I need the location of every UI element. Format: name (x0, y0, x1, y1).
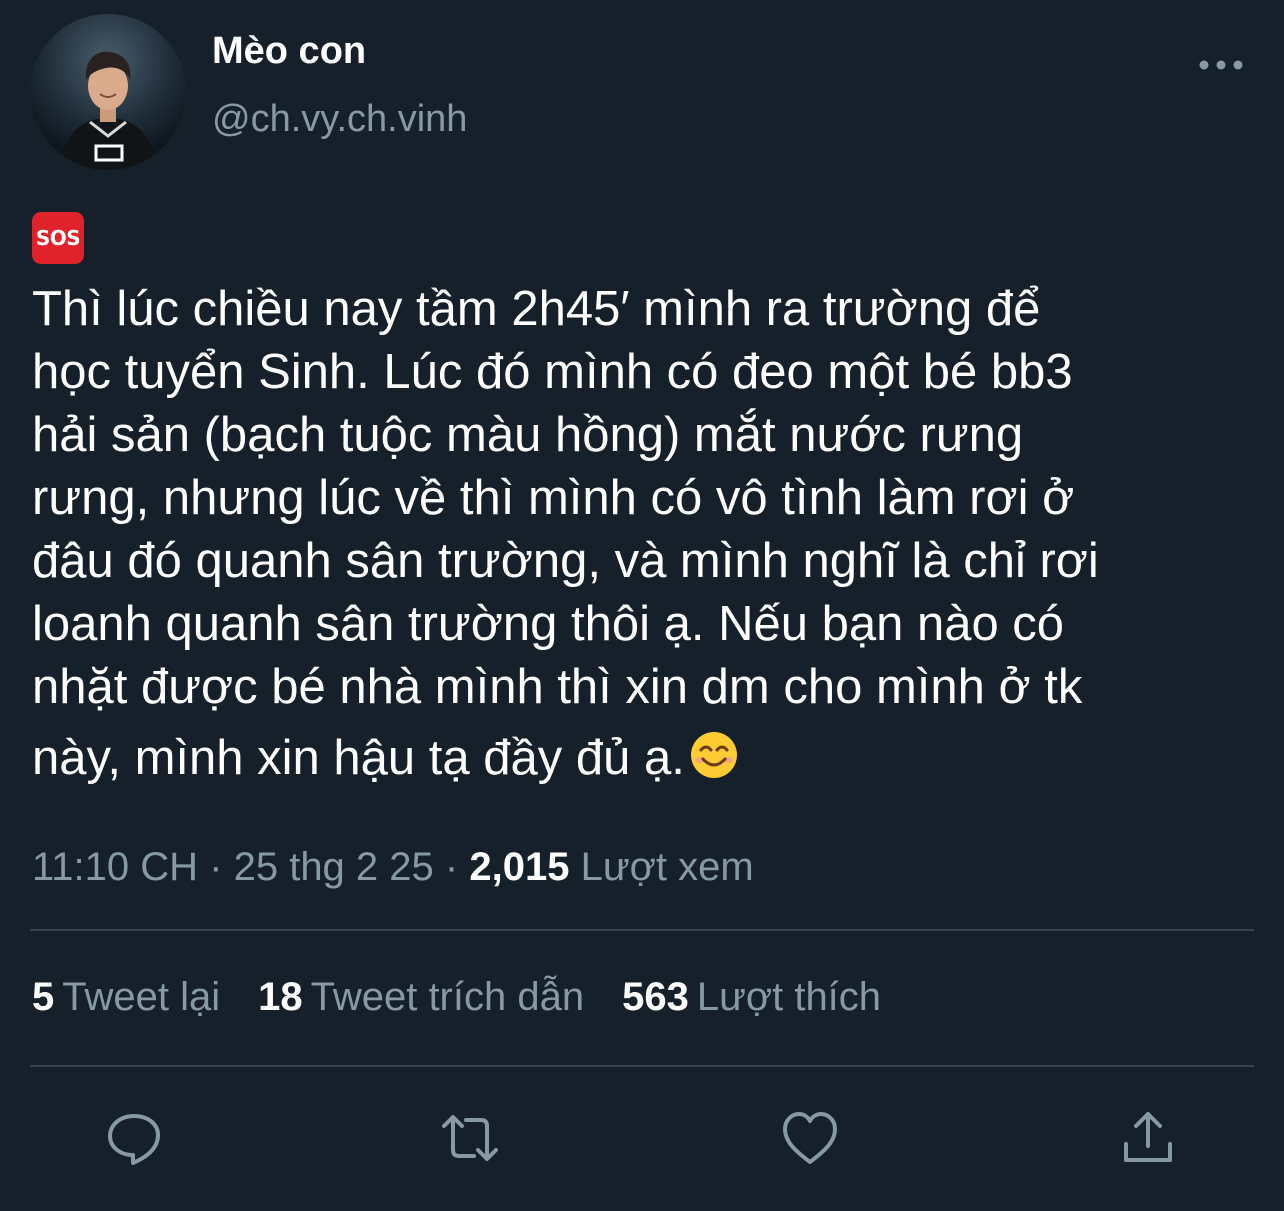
tweet-text-line: học tuyển Sinh. Lúc đó mình có đeo một b… (32, 345, 1073, 399)
sos-emoji: SOS (32, 212, 84, 264)
likes-label: Lượt thích (696, 975, 882, 1019)
reply-icon (108, 1114, 160, 1165)
tweet-stats: 5 Tweet lại 18 Tweet trích dẫn 563 Lượt thí… (32, 975, 881, 1020)
tweet-text-line: này, mình xin hậu tạ đầy đủ ạ. (32, 731, 685, 785)
retweets-label: Tweet lại (62, 975, 221, 1019)
tweet-text-last-line: này, mình xin hậu tạ đầy đủ ạ. (32, 719, 1262, 797)
tweet-text: Thì lúc chiều nay tầm 2h45′ mình ra trườ… (32, 278, 1262, 797)
more-options-icon[interactable] (1196, 52, 1246, 78)
like-icon (783, 1112, 837, 1164)
likes-stat[interactable]: 563 Lượt thích (622, 975, 881, 1020)
tweet-text-line: rưng, nhưng lúc về thì mình có vô tình l… (32, 471, 1075, 525)
share-button[interactable] (1118, 1108, 1178, 1168)
avatar-image (30, 14, 186, 170)
tweet-detail: Mèo con @ch.vy.ch.vinh SOS Thì lúc chiều… (0, 0, 1284, 1211)
tweet-meta: 11:10 CH · 25 thg 2 25 · 2,015 Lượt xem (32, 845, 754, 890)
retweets-stat[interactable]: 5 Tweet lại (32, 975, 220, 1020)
likes-count: 563 (622, 975, 689, 1019)
smiling-face-icon (690, 732, 737, 778)
tweet-text-line: Thì lúc chiều nay tầm 2h45′ mình ra trườ… (32, 282, 1041, 336)
retweet-icon (442, 1115, 498, 1161)
user-handle[interactable]: @ch.vy.ch.vinh (212, 98, 467, 141)
divider (30, 1065, 1254, 1067)
quotes-label: Tweet trích dẫn (310, 975, 585, 1019)
retweets-count: 5 (32, 975, 55, 1019)
tweet-text-line: đâu đó quanh sân trường, và mình nghĩ là… (32, 534, 1099, 588)
share-icon (1124, 1112, 1172, 1162)
tweet-time: 11:10 CH (32, 845, 199, 889)
retweet-button[interactable] (440, 1108, 500, 1168)
divider (30, 929, 1254, 931)
tweet-text-line: loanh quanh sân trường thôi ạ. Nếu bạn n… (32, 597, 1065, 651)
views-label[interactable]: Lượt xem (581, 845, 754, 889)
tweet-text-line: hải sản (bạch tuộc màu hồng) mắt nước rư… (32, 408, 1024, 462)
quotes-stat[interactable]: 18 Tweet trích dẫn (258, 975, 584, 1020)
meta-separator: · (444, 845, 459, 889)
like-button[interactable] (780, 1108, 840, 1168)
tweet-text-line: nhặt được bé nhà mình thì xin dm cho mìn… (32, 660, 1083, 714)
reply-button[interactable] (104, 1108, 164, 1168)
display-name[interactable]: Mèo con (212, 30, 366, 73)
meta-separator: · (209, 845, 223, 889)
quotes-count: 18 (258, 975, 303, 1019)
avatar[interactable] (30, 14, 186, 170)
tweet-date: 25 thg 2 25 (233, 845, 434, 889)
views-count[interactable]: 2,015 (469, 845, 569, 889)
